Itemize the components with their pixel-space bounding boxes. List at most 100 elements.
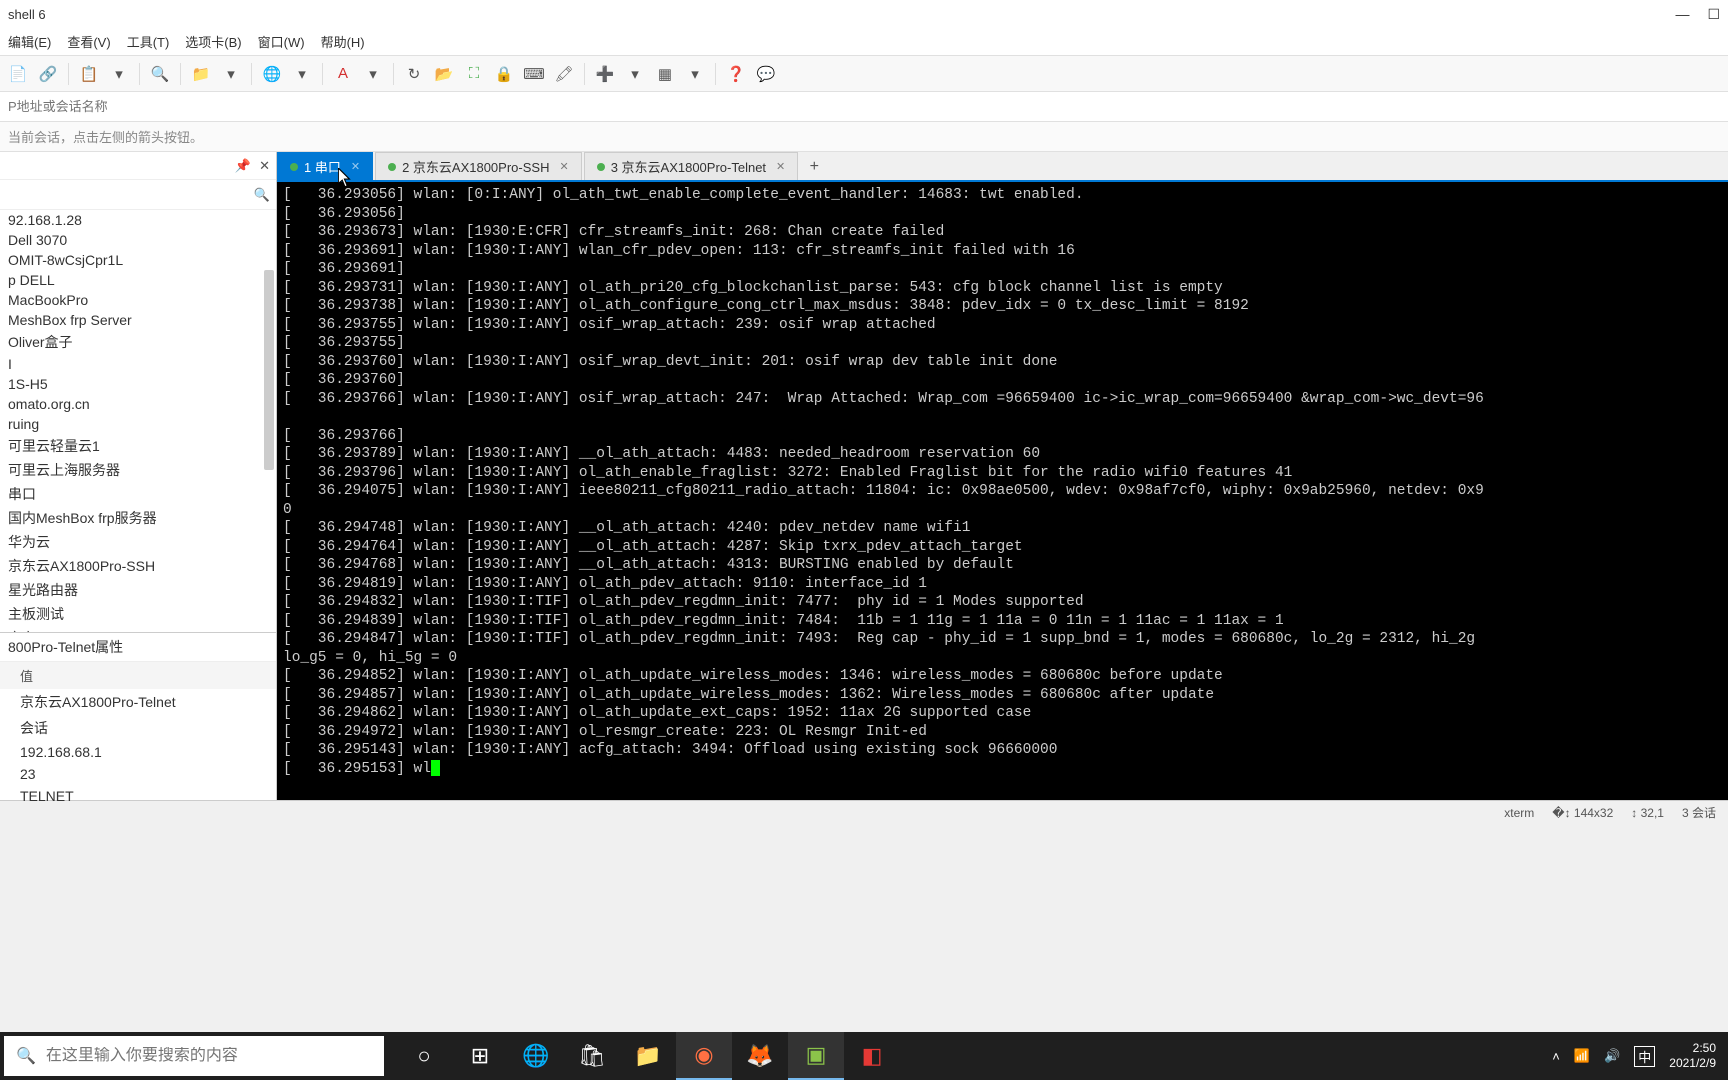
dropdown-icon[interactable]: ▾	[625, 64, 645, 84]
session-item[interactable]: Dell 3070	[0, 230, 276, 250]
app-icon[interactable]: ◉	[676, 1032, 732, 1080]
store-icon[interactable]: 🛍	[564, 1032, 620, 1080]
pin-icon[interactable]: 📌	[235, 158, 251, 174]
terminal-line: [ 36.295143] wlan: [1930:I:ANY] acfg_att…	[283, 741, 1722, 760]
window-titlebar: shell 6 — ☐	[0, 0, 1728, 28]
session-item[interactable]: 1S-H5	[0, 374, 276, 394]
session-item[interactable]: 主板测试	[0, 602, 276, 626]
minimize-button[interactable]: —	[1675, 6, 1689, 23]
session-item[interactable]: 92.168.1.28	[0, 210, 276, 230]
address-input[interactable]	[8, 99, 1720, 114]
copy-icon[interactable]: 📋	[79, 64, 99, 84]
tray-network-icon[interactable]: 📶	[1574, 1048, 1590, 1064]
globe-icon[interactable]: 🌐	[262, 64, 282, 84]
tray-clock[interactable]: 2:50 2021/2/9	[1669, 1041, 1716, 1071]
terminal-line: [ 36.294852] wlan: [1930:I:ANY] ol_ath_u…	[283, 667, 1722, 686]
terminal-line	[283, 408, 1722, 427]
session-item[interactable]: 可里云上海服务器	[0, 458, 276, 482]
tab-close-icon[interactable]: ✕	[559, 160, 568, 173]
session-item[interactable]: OMIT-8wCsjCpr1L	[0, 250, 276, 270]
maximize-button[interactable]: ☐	[1707, 6, 1720, 23]
new-session-icon[interactable]: 📄	[8, 64, 28, 84]
connect-icon[interactable]: 🔗	[38, 64, 58, 84]
help-icon[interactable]: ❓	[726, 64, 746, 84]
terminal-cursor	[431, 760, 440, 776]
terminal-line: [ 36.294768] wlan: [1930:I:ANY] __ol_ath…	[283, 556, 1722, 575]
layout-icon[interactable]: ▦	[655, 64, 675, 84]
menu-tabs[interactable]: 选项卡(B)	[185, 32, 241, 51]
taskbar-search-input[interactable]	[46, 1047, 372, 1065]
session-item[interactable]: 星光路由器	[0, 578, 276, 602]
dropdown-icon[interactable]: ▾	[685, 64, 705, 84]
session-item[interactable]: p DELL	[0, 270, 276, 290]
session-item[interactable]: MacBookPro	[0, 290, 276, 310]
edge-icon[interactable]: 🌐	[508, 1032, 564, 1080]
refresh-icon[interactable]: ↻	[404, 64, 424, 84]
session-item[interactable]: 串口	[0, 482, 276, 506]
terminal-line: [ 36.293796] wlan: [1930:I:ANY] ol_ath_e…	[283, 464, 1722, 483]
status-pos: ↕ 32,1	[1631, 806, 1664, 820]
session-item[interactable]: Oliver盒子	[0, 330, 276, 354]
session-list[interactable]: 92.168.1.28Dell 3070OMIT-8wCsjCpr1Lp DEL…	[0, 210, 276, 632]
scrollbar[interactable]	[264, 270, 274, 470]
taskbar-search[interactable]: 🔍	[4, 1036, 384, 1076]
property-value: 京东云AX1800Pro-Telnet	[0, 689, 276, 715]
session-item[interactable]: ruing	[0, 414, 276, 434]
cortana-icon[interactable]: ○	[396, 1032, 452, 1080]
properties-title: 800Pro-Telnet属性	[0, 633, 276, 662]
highlight-icon[interactable]: 🖍	[554, 64, 574, 84]
menu-tools[interactable]: 工具(T)	[127, 32, 170, 51]
dropdown-icon[interactable]: ▾	[363, 64, 383, 84]
terminal-line: [ 36.293056] wlan: [0:I:ANY] ol_ath_twt_…	[283, 186, 1722, 205]
tab[interactable]: 3 京东云AX1800Pro-Telnet✕	[584, 152, 799, 180]
session-item[interactable]: MeshBox frp Server	[0, 310, 276, 330]
menu-window[interactable]: 窗口(W)	[258, 32, 305, 51]
property-value: TELNET	[0, 785, 276, 807]
dropdown-icon[interactable]: ▾	[292, 64, 312, 84]
keyboard-icon[interactable]: ⌨	[524, 64, 544, 84]
fullscreen-icon[interactable]: ⛶	[464, 64, 484, 84]
tab[interactable]: 2 京东云AX1800Pro-SSH✕	[375, 152, 582, 180]
menu-view[interactable]: 查看(V)	[67, 32, 110, 51]
menu-help[interactable]: 帮助(H)	[321, 32, 365, 51]
tab[interactable]: 1 串口✕	[277, 152, 373, 180]
dropdown-icon[interactable]: ▾	[221, 64, 241, 84]
tray-ime[interactable]: 中	[1634, 1046, 1655, 1067]
tab-close-icon[interactable]: ✕	[351, 160, 360, 173]
add-icon[interactable]: ➕	[595, 64, 615, 84]
session-item[interactable]: 国内MeshBox frp服务器	[0, 506, 276, 530]
session-item[interactable]: 可里云轻量云1	[0, 434, 276, 458]
close-icon[interactable]: ✕	[259, 158, 270, 174]
tray-volume-icon[interactable]: 🔊	[1604, 1048, 1620, 1064]
taskview-icon[interactable]: ⊞	[452, 1032, 508, 1080]
session-item[interactable]: I	[0, 354, 276, 374]
session-item[interactable]: 京东云AX1800Pro-SSH	[0, 554, 276, 578]
status-dot-icon	[388, 163, 396, 171]
font-icon[interactable]: A	[333, 64, 353, 84]
camtasia-icon[interactable]: ▣	[788, 1032, 844, 1080]
dropdown-icon[interactable]: ▾	[109, 64, 129, 84]
tray-up-icon[interactable]: ˄	[1552, 1049, 1560, 1064]
session-item[interactable]: omato.org.cn	[0, 394, 276, 414]
terminal[interactable]: [ 36.293056] wlan: [0:I:ANY] ol_ath_twt_…	[277, 182, 1728, 800]
terminal-line: [ 36.293731] wlan: [1930:I:ANY] ol_ath_p…	[283, 279, 1722, 298]
separator	[322, 63, 323, 85]
separator	[715, 63, 716, 85]
explorer-icon[interactable]: 📁	[620, 1032, 676, 1080]
lock-icon[interactable]: 🔒	[494, 64, 514, 84]
firefox-icon[interactable]: 🦊	[732, 1032, 788, 1080]
folder-icon[interactable]: 📁	[191, 64, 211, 84]
app2-icon[interactable]: ◧	[844, 1032, 900, 1080]
menu-edit[interactable]: 编辑(E)	[8, 32, 51, 51]
open-folder-icon[interactable]: 📂	[434, 64, 454, 84]
chat-icon[interactable]: 💬	[756, 64, 776, 84]
search-icon[interactable]: 🔍	[254, 187, 270, 203]
session-item[interactable]: 华为云	[0, 530, 276, 554]
session-item[interactable]: 京东云AX1800Pro-Telnet	[0, 626, 276, 632]
sidebar-header: 📌 ✕	[0, 152, 276, 180]
terminal-line: [ 36.293789] wlan: [1930:I:ANY] __ol_ath…	[283, 445, 1722, 464]
tab-add-button[interactable]: +	[800, 154, 828, 180]
tab-close-icon[interactable]: ✕	[776, 160, 785, 173]
search-icon[interactable]: 🔍	[150, 64, 170, 84]
property-value: 192.168.68.1	[0, 741, 276, 763]
